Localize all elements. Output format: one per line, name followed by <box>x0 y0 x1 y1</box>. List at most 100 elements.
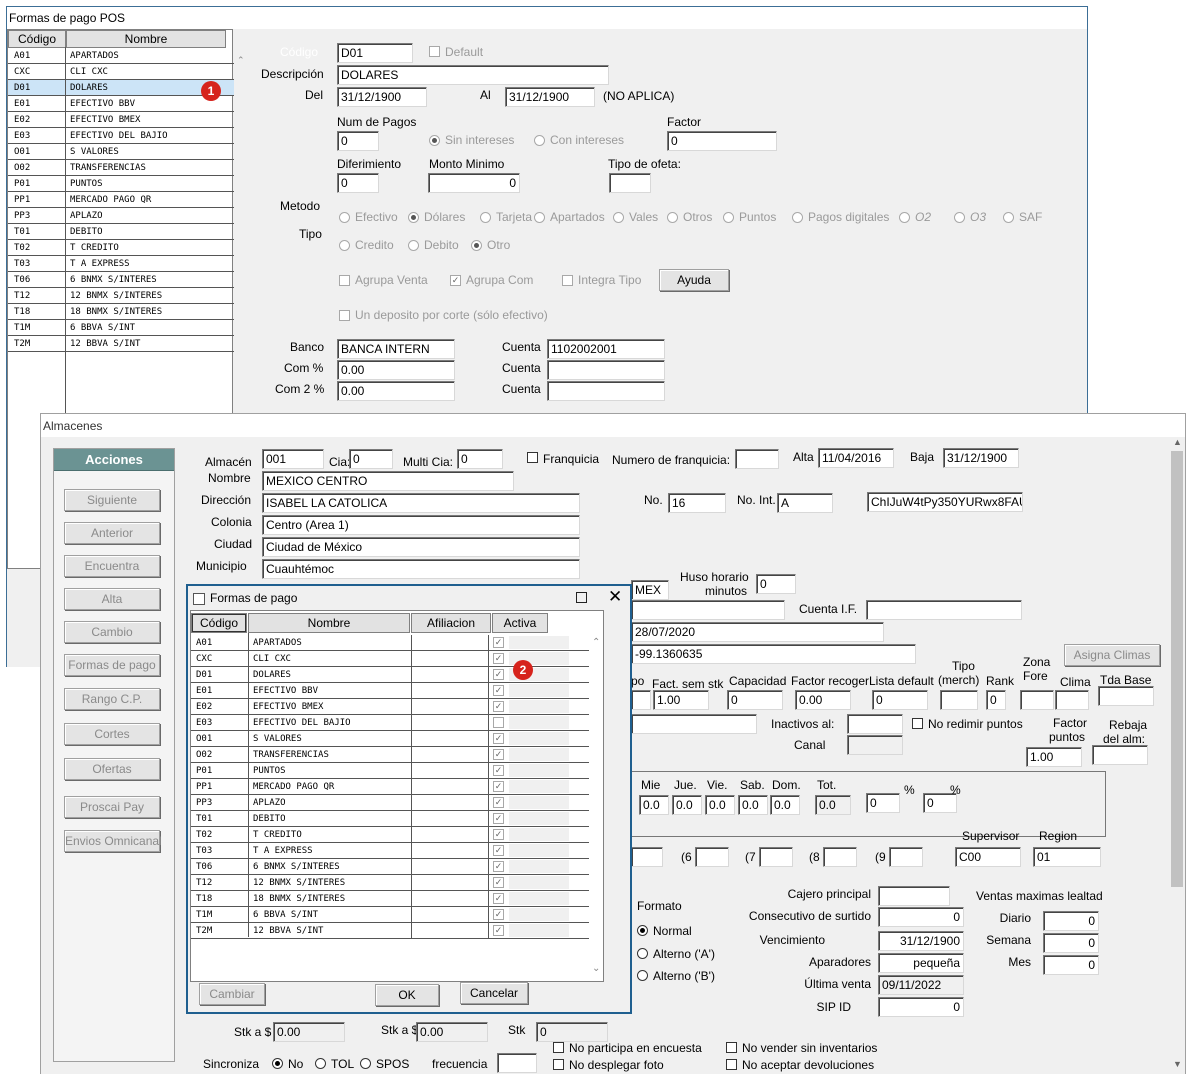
activa-checkbox[interactable]: ✓ <box>493 861 504 872</box>
accion-button-2[interactable]: Encuentra <box>64 555 160 577</box>
chevron-up-icon[interactable]: ▲ <box>1173 437 1182 447</box>
row-afiliacion[interactable] <box>411 859 489 875</box>
agrupa-venta-checkbox[interactable] <box>339 275 350 286</box>
table-row[interactable]: T02 T CREDITO ✓ <box>191 827 589 843</box>
table-row[interactable]: T18 18 BNMX S/INTERES ✓ <box>191 891 589 907</box>
row-afiliacion[interactable] <box>411 651 489 667</box>
chevron-up-icon[interactable]: ⌃ <box>237 55 245 66</box>
pais-field[interactable]: MEX <box>631 580 669 600</box>
field-row-inactivos[interactable] <box>631 714 757 734</box>
col-header-codigo[interactable]: Código <box>8 30 66 48</box>
vertical-scrollbar[interactable]: ▲ ▼ <box>1169 437 1185 1074</box>
metodo-radio[interactable] <box>1003 212 1014 223</box>
day-field-1[interactable]: 0.0 <box>672 795 702 815</box>
tipo-credito-radio[interactable] <box>339 240 350 251</box>
activa-checkbox[interactable]: ✓ <box>493 749 504 760</box>
row-afiliacion[interactable] <box>411 683 489 699</box>
metodo-radio[interactable] <box>899 212 910 223</box>
list-item[interactable]: T18 18 BNMX S/INTERES <box>8 304 234 320</box>
direccion-field[interactable]: ISABEL LA CATOLICA <box>262 493 580 513</box>
row-afiliacion[interactable] <box>411 827 489 843</box>
clima-field[interactable] <box>1055 690 1089 710</box>
table-row[interactable]: T12 12 BNMX S/INTERES ✓ <box>191 875 589 891</box>
tda-base-field[interactable] <box>1098 686 1154 706</box>
row-afiliacion[interactable] <box>411 715 489 731</box>
tipo-debito-radio[interactable] <box>408 240 419 251</box>
accion-button-3[interactable]: Alta <box>64 588 160 610</box>
day-field-4[interactable]: 0.0 <box>770 795 800 815</box>
place-id-field[interactable]: ChIJuW4tPy350YURwx8FAUs <box>867 492 1023 512</box>
cuenta3-field[interactable] <box>547 381 665 401</box>
monto-minimo-field[interactable]: 0 <box>428 173 520 193</box>
list-item[interactable]: E02 EFECTIVO BMEX <box>8 112 234 128</box>
semana-field[interactable]: 0 <box>1043 933 1099 953</box>
ciudad-field[interactable]: Ciudad de México <box>262 537 580 557</box>
no-aceptar-checkbox[interactable] <box>726 1059 737 1070</box>
table-row[interactable]: T2M 12 BBVA S/INT ✓ <box>191 923 589 939</box>
activa-checkbox[interactable]: ✓ <box>493 653 504 664</box>
list-item[interactable]: PP3 APLAZO <box>8 208 234 224</box>
activa-checkbox[interactable]: ✓ <box>493 845 504 856</box>
chevron-down-icon[interactable]: ▼ <box>1173 1059 1182 1069</box>
franquicia-checkbox[interactable] <box>527 452 538 463</box>
sin-intereses-radio[interactable] <box>429 135 440 146</box>
list-item[interactable]: T02 T CREDITO <box>8 240 234 256</box>
codigo-field[interactable]: D01 <box>337 43 413 63</box>
al-date-field[interactable]: 31/12/1900 <box>505 87 595 107</box>
canal-field[interactable] <box>847 735 903 755</box>
lista-default-field[interactable]: 0 <box>872 690 928 710</box>
zona-fore-field[interactable] <box>1020 690 1054 710</box>
frecuencia-field[interactable] <box>497 1053 537 1073</box>
metodo-radio[interactable] <box>534 212 545 223</box>
list-item[interactable]: O01 S VALORES <box>8 144 234 160</box>
integra-tipo-checkbox[interactable] <box>562 275 573 286</box>
activa-checkbox[interactable]: ✓ <box>493 733 504 744</box>
activa-checkbox[interactable] <box>493 717 504 728</box>
maximize-icon[interactable] <box>576 592 587 603</box>
row-afiliacion[interactable] <box>411 635 489 651</box>
ayuda-button[interactable]: Ayuda <box>659 269 729 291</box>
table-row[interactable]: T1M 6 BBVA S/INT ✓ <box>191 907 589 923</box>
field-row8[interactable] <box>631 600 785 620</box>
ultima-venta-field[interactable]: 09/11/2022 <box>878 975 964 995</box>
accion-button-8[interactable]: Ofertas <box>64 758 160 780</box>
metodo-radio[interactable] <box>613 212 624 223</box>
accion-button-5[interactable]: Formas de pago <box>64 654 160 676</box>
list-item[interactable]: E01 EFECTIVO BBV <box>8 96 234 112</box>
accion-button-9[interactable]: Proscai Pay <box>64 796 160 818</box>
accion-button-7[interactable]: Cortes <box>64 723 160 745</box>
activa-checkbox[interactable]: ✓ <box>493 909 504 920</box>
no-participa-checkbox[interactable] <box>553 1042 564 1053</box>
inactivos-field[interactable] <box>847 714 903 734</box>
table-row[interactable]: E03 EFECTIVO DEL BAJIO <box>191 715 589 731</box>
num8-field[interactable] <box>823 847 857 867</box>
list-item[interactable]: T06 6 BNMX S/INTERES <box>8 272 234 288</box>
metodo-radio[interactable] <box>667 212 678 223</box>
fact-sem-stk-field[interactable]: 1.00 <box>653 690 709 710</box>
col-header-activa[interactable]: Activa <box>492 613 548 633</box>
day-field-2[interactable]: 0.0 <box>705 795 735 815</box>
tipo-ofeta-field[interactable] <box>609 173 651 193</box>
diario-field[interactable]: 0 <box>1043 911 1099 931</box>
activa-checkbox[interactable]: ✓ <box>493 893 504 904</box>
table-row[interactable]: PP1 MERCADO PAGO QR ✓ <box>191 779 589 795</box>
chevron-up-icon[interactable]: ⌃ <box>592 637 600 648</box>
agrupa-com-checkbox[interactable]: ✓ <box>450 275 461 286</box>
mes-field[interactable]: 0 <box>1043 955 1099 975</box>
table-row[interactable]: T03 T A EXPRESS ✓ <box>191 843 589 859</box>
table-row[interactable]: E02 EFECTIVO BMEX ✓ <box>191 699 589 715</box>
table-row[interactable]: O02 TRANSFERENCIAS ✓ <box>191 747 589 763</box>
activa-checkbox[interactable]: ✓ <box>493 925 504 936</box>
metodo-radio[interactable] <box>339 212 350 223</box>
stk1-field[interactable]: 0.00 <box>273 1022 345 1042</box>
activa-checkbox[interactable]: ✓ <box>493 685 504 696</box>
stk2-field[interactable]: 0.00 <box>416 1022 488 1042</box>
alta-date-field[interactable]: 11/04/2016 <box>818 448 894 468</box>
sinc-no-radio[interactable] <box>272 1058 283 1069</box>
asigna-climas-button[interactable]: Asigna Climas <box>1064 644 1160 666</box>
row-afiliacion[interactable] <box>411 763 489 779</box>
formas-pago-grid[interactable]: Código Nombre Afiliacion Activa A01 APART… <box>190 610 604 982</box>
cia-field[interactable]: 0 <box>349 449 393 469</box>
metodo-radio[interactable] <box>408 212 419 223</box>
list-item[interactable]: E03 EFECTIVO DEL BAJIO <box>8 128 234 144</box>
